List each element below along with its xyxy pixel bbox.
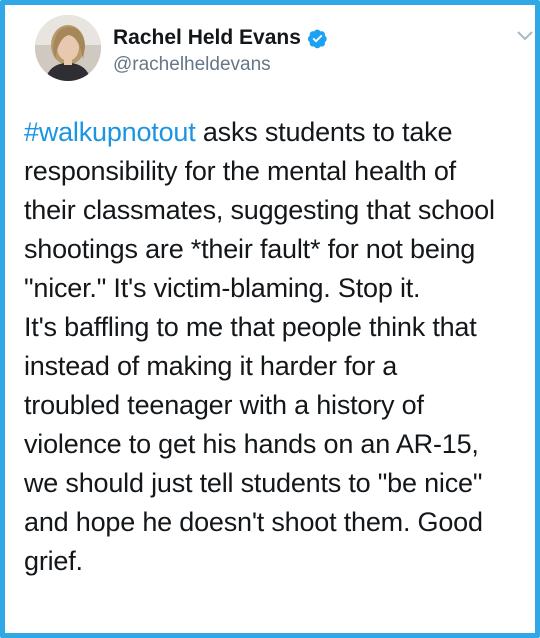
tweet-header: Rachel Held Evans @rachelheldevans: [35, 15, 535, 95]
tweet-line: instead of making it harder for a: [24, 351, 398, 381]
tweet-line: we should just tell students to "be nice…: [24, 468, 483, 498]
hashtag-link[interactable]: #walkupnotout: [24, 117, 196, 147]
tweet-line: It's baffling to me that people think th…: [24, 312, 477, 342]
chevron-down-icon[interactable]: [515, 29, 535, 43]
verified-badge-icon: [307, 28, 328, 49]
tweet-line: violence to get his hands on an AR-15,: [24, 429, 479, 459]
tweet-text: #walkupnotout asks students to take resp…: [24, 113, 534, 581]
author-block: Rachel Held Evans @rachelheldevans: [113, 27, 328, 76]
tweet-line: troubled teenager with a history of: [24, 390, 424, 420]
tweet-line: responsibility for the mental health of: [24, 156, 456, 186]
author-name-row: Rachel Held Evans: [113, 27, 328, 49]
tweet-line: #walkupnotout asks students to take: [24, 113, 534, 152]
tweet-line: shootings are *their fault* for not bein…: [24, 234, 476, 264]
avatar-photo: [35, 15, 101, 81]
tweet-line: "nicer." It's victim-blaming. Stop it.: [24, 273, 421, 303]
author-handle[interactable]: @rachelheldevans: [113, 54, 328, 76]
tweet-line-text: asks students to take: [195, 117, 453, 147]
tweet-card: Rachel Held Evans @rachelheldevans #walk…: [0, 0, 540, 638]
avatar[interactable]: [35, 15, 101, 81]
tweet-line: and hope he doesn't shoot them. Good: [24, 507, 483, 537]
tweet-line: their classmates, suggesting that school: [24, 195, 495, 225]
tweet-line: grief.: [24, 546, 83, 576]
author-name[interactable]: Rachel Held Evans: [113, 27, 301, 49]
